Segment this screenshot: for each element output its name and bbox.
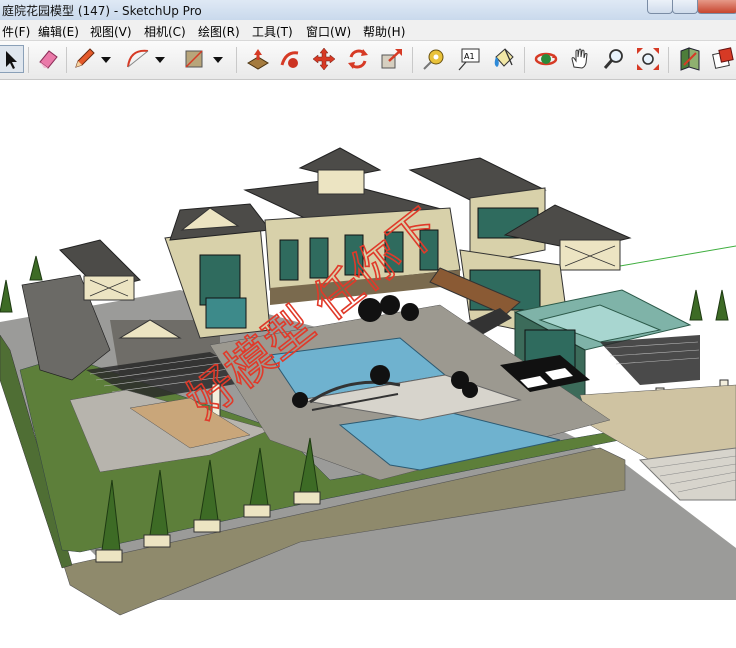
toolbar-separator — [28, 47, 29, 73]
chevron-down-icon[interactable] — [210, 45, 226, 73]
close-button[interactable] — [697, 0, 736, 14]
push-pull-icon[interactable] — [244, 45, 272, 73]
right-terrace — [579, 384, 736, 461]
text-tool-label: A1 — [464, 52, 475, 61]
toolbar-separator — [236, 47, 237, 73]
eraser-icon[interactable] — [34, 45, 62, 73]
menu-view[interactable]: 视图(V) — [90, 23, 132, 40]
scale-icon[interactable] — [378, 45, 406, 73]
rectangle-icon[interactable] — [180, 45, 208, 73]
menu-edit[interactable]: 编辑(E) — [38, 23, 79, 40]
toolbar-separator — [412, 47, 413, 73]
zoom-icon[interactable] — [600, 45, 628, 73]
menu-file[interactable]: 件(F) — [2, 23, 30, 40]
model-viewport[interactable]: 好模型 任你下 — [0, 80, 736, 648]
tape-measure-icon[interactable] — [420, 45, 448, 73]
paint-bucket-icon[interactable] — [490, 45, 518, 73]
toolbar-separator — [66, 47, 67, 73]
follow-me-icon[interactable] — [276, 45, 304, 73]
title-bar: 庭院花园模型 (147) - SketchUp Pro — [0, 0, 736, 21]
select-icon[interactable] — [0, 45, 24, 73]
menu-bar: 件(F) 编辑(E) 视图(V) 相机(C) 绘图(R) 工具(T) 窗口(W)… — [0, 20, 736, 41]
previous-view-icon[interactable] — [676, 45, 704, 73]
pencil-icon[interactable] — [70, 45, 98, 73]
toolbar-separator — [668, 47, 669, 73]
main-toolbar: A1 — [0, 41, 736, 80]
orbit-icon[interactable] — [532, 45, 560, 73]
arc-icon[interactable] — [124, 45, 152, 73]
green-axis — [619, 245, 736, 267]
toolbar-separator — [524, 47, 525, 73]
menu-camera[interactable]: 相机(C) — [144, 23, 186, 40]
menu-help[interactable]: 帮助(H) — [363, 23, 405, 40]
minimize-button[interactable] — [647, 0, 673, 14]
courtyard-model: 好模型 任你下 — [0, 147, 736, 648]
menu-draw[interactable]: 绘图(R) — [198, 23, 240, 40]
chevron-down-icon[interactable] — [152, 45, 168, 73]
rotate-icon[interactable] — [344, 45, 372, 73]
menu-tools[interactable]: 工具(T) — [252, 23, 293, 40]
chevron-down-icon[interactable] — [98, 45, 114, 73]
move-icon[interactable] — [310, 45, 338, 73]
text-icon[interactable]: A1 — [454, 45, 482, 73]
next-view-icon[interactable] — [708, 45, 736, 73]
zoom-extents-icon[interactable] — [634, 45, 662, 73]
menu-window[interactable]: 窗口(W) — [306, 23, 351, 40]
maximize-button[interactable] — [672, 0, 698, 14]
window-title: 庭院花园模型 (147) - SketchUp Pro — [2, 4, 202, 18]
pan-icon[interactable] — [566, 45, 594, 73]
